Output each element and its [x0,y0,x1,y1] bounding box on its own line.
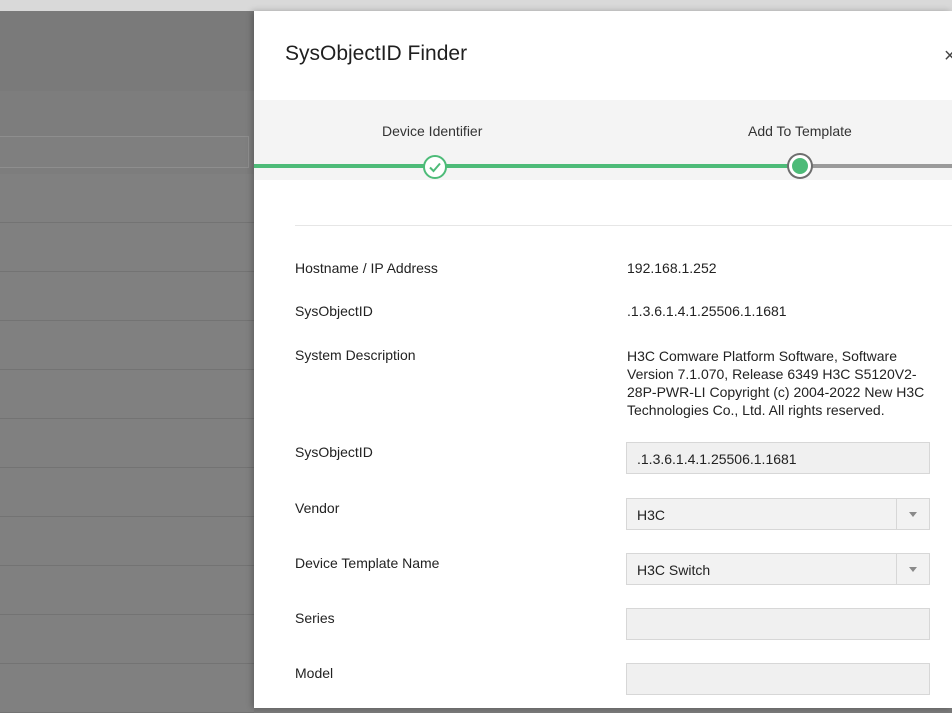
panel-title: SysObjectID Finder [285,42,468,65]
background-search-field [0,136,249,168]
chevron-down-icon[interactable] [896,554,929,584]
device-template-selected-value: H3C Switch [637,562,711,578]
background-table-row [0,664,254,713]
series-input[interactable] [626,608,930,640]
step-label-device-identifier[interactable]: Device Identifier [382,123,482,139]
sysobjectid-input[interactable]: .1.3.6.1.4.1.25506.1.1681 [626,442,930,474]
background-top-bar [0,0,952,11]
background-table-row [0,223,254,272]
step-label-add-to-template[interactable]: Add To Template [748,123,852,139]
sysobjectid-field-label: SysObjectID [295,444,373,460]
background-table-row [0,272,254,321]
section-divider [295,225,952,226]
background-table-row [0,566,254,615]
wizard-stepper: Device Identifier Add To Template [254,100,952,180]
background-table-row [0,517,254,566]
device-template-name-label: Device Template Name [295,555,440,571]
background-table-row [0,174,254,223]
background-header [0,11,254,91]
series-label: Series [295,610,335,626]
close-icon[interactable]: × [944,46,952,66]
hostname-value: 192.168.1.252 [627,260,717,276]
system-description-value: H3C Comware Platform Software, Software … [627,348,925,418]
vendor-select[interactable]: H3C [626,498,930,530]
step-completed-check-icon[interactable] [423,155,447,179]
model-input[interactable] [626,663,930,695]
sysobjectid-input-value: .1.3.6.1.4.1.25506.1.1681 [637,451,797,467]
sysobjectid-finder-panel: SysObjectID Finder × Device Identifier A… [254,11,952,708]
step-current-indicator-icon[interactable] [789,155,811,177]
system-description-label: System Description [295,347,416,363]
hostname-label: Hostname / IP Address [295,260,438,276]
model-label: Model [295,665,334,681]
sysobjectid-label: SysObjectID [295,303,373,319]
sysobjectid-value: .1.3.6.1.4.1.25506.1.1681 [627,303,787,319]
vendor-selected-value: H3C [637,507,666,523]
background-table-row [0,419,254,468]
stepper-progress-completed [254,164,801,168]
background-table-row [0,370,254,419]
stepper-progress-pending [801,164,952,168]
device-template-select[interactable]: H3C Switch [626,553,930,585]
background-table-row [0,615,254,664]
vendor-label: Vendor [295,500,340,516]
background-table-row [0,468,254,517]
chevron-down-icon[interactable] [896,499,929,529]
background-table-row [0,321,254,370]
